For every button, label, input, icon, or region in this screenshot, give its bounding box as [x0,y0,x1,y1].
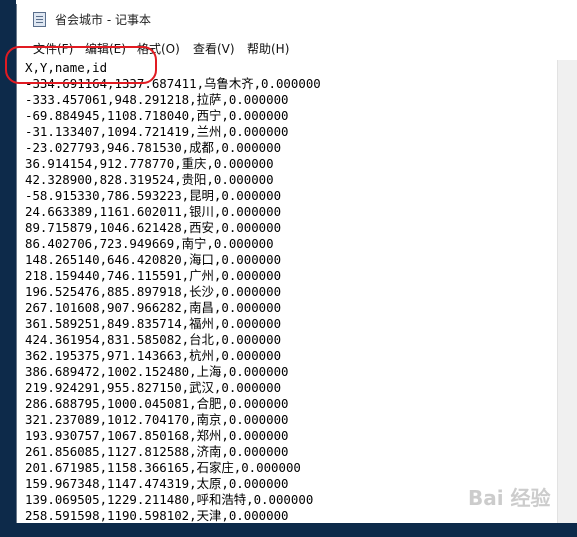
text-line: -69.884945,1108.718040,西宁,0.000000 [25,108,289,123]
title-bar[interactable]: 省会城市 - 记事本 [17,4,577,34]
notepad-window: 省会城市 - 记事本 文件(F) 编辑(E) 格式(O) 查看(V) 帮助(H)… [16,4,577,523]
text-line: 148.265140,646.420820,海口,0.000000 [25,252,282,267]
notepad-icon [33,12,46,27]
text-line: 218.159440,746.115591,广州,0.000000 [25,268,282,283]
text-line: -58.915330,786.593223,昆明,0.000000 [25,188,282,203]
text-line: X,Y,name,id [25,60,108,75]
watermark-text: Bai 经验 [468,486,551,510]
text-line: 386.689472,1002.152480,上海,0.000000 [25,364,289,379]
text-line: 424.361954,831.585082,台北,0.000000 [25,332,282,347]
text-line: -31.133407,1094.721419,兰州,0.000000 [25,124,289,139]
text-line: 42.328900,828.319524,贵阳,0.000000 [25,172,274,187]
text-line: 36.914154,912.778770,重庆,0.000000 [25,156,274,171]
text-line: 196.525476,885.897918,长沙,0.000000 [25,284,282,299]
menu-view[interactable]: 查看(V) [193,40,235,57]
desktop-background [0,0,16,537]
text-line: 24.663389,1161.602011,银川,0.000000 [25,204,282,219]
window-title: 省会城市 - 记事本 [55,13,151,27]
text-line: 193.930757,1067.850168,郑州,0.000000 [25,428,289,443]
text-line: 219.924291,955.827150,武汉,0.000000 [25,380,282,395]
desktop-background-bottom [0,523,577,537]
text-line: 362.195375,971.143663,杭州,0.000000 [25,348,282,363]
text-line: 159.967348,1147.474319,太原,0.000000 [25,476,289,491]
menu-edit[interactable]: 编辑(E) [85,40,126,57]
text-line: 286.688795,1000.045081,合肥,0.000000 [25,396,289,411]
text-line: -23.027793,946.781530,成都,0.000000 [25,140,282,155]
text-line: 261.856085,1127.812588,济南,0.000000 [25,444,289,459]
text-line: 89.715879,1046.621428,西安,0.000000 [25,220,282,235]
text-line: 258.591598,1190.598102,天津,0.000000 [25,508,289,523]
text-line: 139.069505,1229.211480,呼和浩特,0.000000 [25,492,314,507]
text-editor[interactable]: X,Y,name,id -334.691164,1337.687411,乌鲁木齐… [25,60,545,523]
text-line: 361.589251,849.835714,福州,0.000000 [25,316,282,331]
text-line: 86.402706,723.949669,南宁,0.000000 [25,236,274,251]
menu-help[interactable]: 帮助(H) [247,40,289,57]
menu-format[interactable]: 格式(O) [137,40,180,57]
text-line: 321.237089,1012.704170,南京,0.000000 [25,412,289,427]
text-line: 267.101608,907.966282,南昌,0.000000 [25,300,282,315]
menu-file[interactable]: 文件(F) [33,40,73,57]
menu-bar: 文件(F) 编辑(E) 格式(O) 查看(V) 帮助(H) [17,38,577,58]
vertical-scrollbar[interactable] [557,60,577,523]
text-line: 201.671985,1158.366165,石家庄,0.000000 [25,460,301,475]
text-line: -334.691164,1337.687411,乌鲁木齐,0.000000 [25,76,321,91]
baidu-watermark: Bai 经验 [468,482,568,522]
text-line: -333.457061,948.291218,拉萨,0.000000 [25,92,289,107]
